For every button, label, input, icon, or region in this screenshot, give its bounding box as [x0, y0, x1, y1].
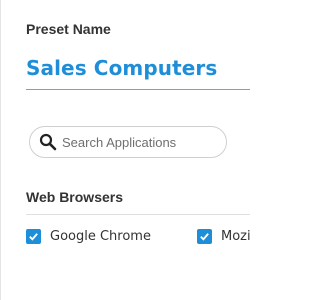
search-box[interactable]: [29, 126, 227, 158]
preset-editor-panel: Preset Name Sales Computers Web Browsers…: [0, 0, 251, 300]
app-item-google-chrome[interactable]: Google Chrome: [26, 229, 151, 244]
app-item-label: Mozi: [221, 229, 251, 244]
category-divider: [26, 214, 250, 215]
checkbox-checked[interactable]: [197, 229, 212, 244]
checkmark-icon: [200, 233, 209, 241]
search-input[interactable]: [62, 134, 212, 150]
checkbox-checked[interactable]: [26, 229, 41, 244]
panel-divider: [0, 0, 1, 300]
app-item-mozilla[interactable]: Mozi: [197, 229, 251, 244]
search-icon: [30, 133, 62, 151]
preset-name-field[interactable]: Sales Computers: [26, 56, 217, 80]
preset-name-underline: [26, 89, 250, 90]
app-item-label: Google Chrome: [50, 229, 151, 244]
checkmark-icon: [29, 233, 38, 241]
category-title: Web Browsers: [26, 189, 123, 205]
preset-name-label: Preset Name: [26, 21, 111, 37]
